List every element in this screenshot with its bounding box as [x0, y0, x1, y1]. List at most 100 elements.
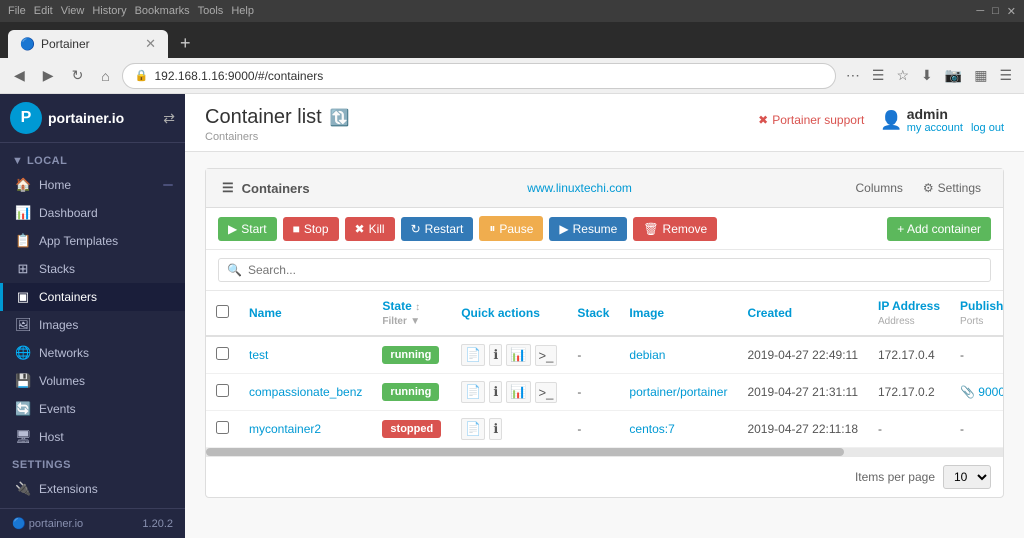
home-btn[interactable]: ⌂: [95, 64, 115, 88]
sidebar-item-dashboard[interactable]: 📊 Dashboard: [0, 199, 185, 227]
minimize-btn[interactable]: ─: [976, 5, 984, 18]
col-ports[interactable]: Published Ports Ports: [950, 291, 1003, 336]
stats-icon[interactable]: 📊: [506, 381, 530, 403]
container-name-link[interactable]: mycontainer2: [249, 422, 321, 436]
breadcrumb: Containers: [205, 131, 350, 143]
sidebar-swap-icon[interactable]: ⇄: [163, 110, 175, 127]
row-checkbox[interactable]: [216, 347, 229, 360]
file-icon[interactable]: 📄: [461, 344, 485, 366]
container-rows: test running 📄 ℹ 📊>_ - debian 2019-04-27…: [206, 336, 1003, 448]
table-row: mycontainer2 stopped 📄 ℹ - centos:7 2019…: [206, 411, 1003, 448]
container-name-link[interactable]: test: [249, 348, 268, 362]
sidebar-item-home[interactable]: 🏠 Home: [0, 171, 185, 199]
row-stack: -: [567, 411, 619, 448]
row-checkbox[interactable]: [216, 421, 229, 434]
port-link[interactable]: 📎 9000:9000: [960, 385, 1003, 399]
add-container-btn[interactable]: + Add container: [887, 217, 991, 241]
col-ip[interactable]: IP Address Address: [868, 291, 950, 336]
items-per-page-select[interactable]: 10 25 50: [943, 465, 991, 489]
remove-btn[interactable]: 🗑 Remove: [633, 217, 717, 241]
info-icon[interactable]: ℹ: [489, 381, 502, 403]
sidebar-item-extensions[interactable]: 🔌 Extensions: [0, 475, 185, 503]
sync-icon[interactable]: ▦: [970, 63, 991, 88]
new-tab-btn[interactable]: +: [172, 29, 199, 58]
menu-view[interactable]: View: [61, 5, 85, 17]
page-header: Container list 🔃 Containers ✖ Portainer …: [185, 94, 1024, 152]
col-created[interactable]: Created: [737, 291, 868, 336]
extensions-icon[interactable]: ⋯: [842, 63, 864, 88]
sidebar-item-events[interactable]: 🔄 Events: [0, 395, 185, 423]
resume-btn[interactable]: ▶ Resume: [549, 217, 627, 241]
tab-close-btn[interactable]: ✕: [145, 36, 156, 52]
kill-btn[interactable]: ✖ Kill: [345, 217, 395, 241]
row-state: stopped: [372, 411, 451, 448]
browser-tab[interactable]: 🔵 Portainer ✕: [8, 30, 168, 58]
start-btn[interactable]: ▶ Start: [218, 217, 277, 241]
sidebar-item-images[interactable]: 🖼 Images: [0, 311, 185, 339]
sidebar-logo: P portainer.io ⇄: [0, 94, 185, 143]
sidebar-item-containers[interactable]: ▣ Containers: [0, 283, 185, 311]
image-link[interactable]: portainer/portainer: [629, 385, 727, 399]
close-btn[interactable]: ✕: [1007, 5, 1016, 18]
columns-btn[interactable]: Columns: [850, 179, 909, 197]
col-stack[interactable]: Stack: [567, 291, 619, 336]
container-name-link[interactable]: compassionate_benz: [249, 385, 362, 399]
menu-help[interactable]: Help: [231, 5, 254, 17]
info-icon[interactable]: ℹ: [489, 418, 502, 440]
restart-btn[interactable]: ↻ Restart: [401, 217, 474, 241]
gear-icon: ⚙: [923, 181, 934, 195]
sidebar-item-volumes[interactable]: 💾 Volumes: [0, 367, 185, 395]
sidebar-item-networks[interactable]: 🌐 Networks: [0, 339, 185, 367]
image-link[interactable]: centos:7: [629, 422, 674, 436]
stats-icon[interactable]: 📊: [506, 344, 530, 366]
card-header: ☰ Containers www.linuxtechi.com Columns …: [206, 169, 1003, 208]
log-out-link[interactable]: log out: [971, 122, 1004, 134]
row-stack: -: [567, 374, 619, 411]
my-account-link[interactable]: my account: [907, 122, 963, 134]
maximize-btn[interactable]: □: [992, 5, 999, 18]
info-icon[interactable]: ℹ: [489, 344, 502, 366]
console-icon[interactable]: >_: [535, 345, 558, 366]
console-icon[interactable]: >_: [535, 382, 558, 403]
file-icon[interactable]: 📄: [461, 381, 485, 403]
refresh-icon[interactable]: 🔃: [330, 108, 350, 128]
select-all-col[interactable]: [206, 291, 239, 336]
menu-tools[interactable]: Tools: [198, 5, 224, 17]
support-link[interactable]: ✖ Portainer support: [758, 113, 864, 127]
admin-avatar-icon: 👤: [880, 110, 902, 131]
row-checkbox[interactable]: [216, 384, 229, 397]
pocket-icon[interactable]: ☰: [868, 63, 889, 88]
sidebar: P portainer.io ⇄ ▼ LOCAL 🏠 Home 📊 Dashbo…: [0, 94, 185, 538]
events-icon: 🔄: [15, 401, 31, 417]
row-ports: -: [950, 336, 1003, 374]
sidebar-item-stacks[interactable]: ⊞ Stacks: [0, 255, 185, 283]
address-bar[interactable]: 🔒 192.168.1.16:9000/#/containers: [122, 63, 836, 89]
version-label: 1.20.2: [142, 518, 173, 530]
bookmark-icon[interactable]: ☆: [892, 63, 913, 88]
back-btn[interactable]: ◀: [8, 63, 31, 88]
file-icon[interactable]: 📄: [461, 418, 485, 440]
settings-btn[interactable]: ⚙ Settings: [917, 179, 987, 197]
image-link[interactable]: debian: [629, 348, 665, 362]
search-input[interactable]: [248, 263, 982, 277]
col-image[interactable]: Image: [619, 291, 737, 336]
forward-btn[interactable]: ▶: [37, 63, 60, 88]
pause-btn[interactable]: ⏸ Pause: [479, 216, 543, 241]
menu-icon[interactable]: ☰: [995, 63, 1016, 88]
sidebar-item-host[interactable]: 🖥 Host: [0, 423, 185, 451]
horizontal-scrollbar[interactable]: [206, 448, 1003, 456]
col-state[interactable]: State ↕ Filter ▼: [372, 291, 451, 336]
admin-links: my account log out: [907, 122, 1004, 134]
screenshot-icon[interactable]: 📷: [941, 63, 966, 88]
reload-btn[interactable]: ↻: [66, 63, 90, 88]
menu-history[interactable]: History: [92, 5, 126, 17]
stop-btn[interactable]: ■ Stop: [283, 217, 339, 241]
col-name[interactable]: Name: [239, 291, 372, 336]
menu-file[interactable]: File: [8, 5, 26, 17]
menu-bookmarks[interactable]: Bookmarks: [135, 5, 190, 17]
sidebar-item-app-templates[interactable]: 📋 App Templates: [0, 227, 185, 255]
download-icon[interactable]: ⬇: [917, 63, 937, 88]
containers-icon: ▣: [15, 289, 31, 305]
select-all-checkbox[interactable]: [216, 305, 229, 318]
menu-edit[interactable]: Edit: [34, 5, 53, 17]
